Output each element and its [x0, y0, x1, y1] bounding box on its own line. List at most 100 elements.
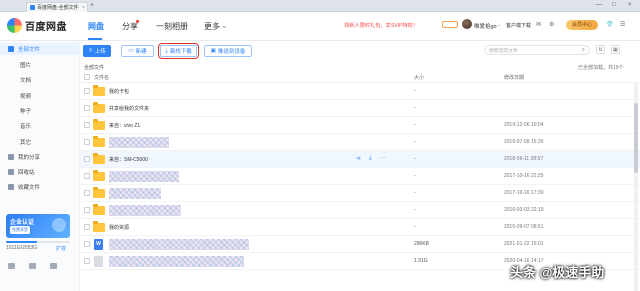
offline-download-button[interactable]: ⤓ 离线下载	[158, 43, 199, 59]
sidebar-item-label: 种子	[20, 109, 32, 115]
scrollbar[interactable]	[634, 83, 638, 291]
sort-icon[interactable]: ⇅	[596, 45, 605, 54]
browser-tab[interactable]: 百度网盘-全部文件 ×	[26, 2, 88, 12]
share-icon[interactable]: ⋖	[356, 155, 361, 162]
file-name[interactable]: 来自：vivo Z1	[109, 122, 140, 129]
sidebar-item-my-shares[interactable]: 我的分享	[0, 151, 80, 163]
push-device-label: 推送到设备	[217, 49, 246, 55]
file-row[interactable]: 我的卡包 -	[80, 83, 640, 100]
upload-label: 上传	[94, 49, 106, 55]
sidebar-item-label: 音乐	[20, 124, 32, 130]
tab-title: 百度网盘-全部文件	[37, 5, 79, 11]
feedback-icon[interactable]	[50, 263, 57, 269]
nav-netdisk[interactable]: 网盘	[88, 21, 104, 32]
chevron-down-icon: ⌄	[221, 21, 228, 30]
sidebar-item-label: 回收站	[18, 170, 35, 176]
star-icon	[8, 184, 14, 190]
cloud-logo-icon	[7, 18, 22, 33]
sidebar-item-label: 全部文件	[18, 47, 41, 53]
row-checkbox[interactable]	[84, 173, 90, 179]
sidebar-item-label: 收藏文件	[18, 185, 41, 191]
row-checkbox[interactable]	[84, 139, 90, 145]
vip-center-button[interactable]: 会员中心	[566, 20, 598, 30]
menu-icon[interactable]: ☰	[620, 21, 625, 28]
promo-badge[interactable]	[442, 21, 458, 28]
mail-icon[interactable]: ✉	[536, 21, 541, 28]
sidebar-item-music[interactable]: 音乐	[0, 120, 80, 132]
nav-active-indicator	[88, 38, 102, 40]
search-input[interactable]: 搜索您的文件 ⌕	[484, 45, 590, 55]
banner-subtitle: 免费享受	[10, 226, 30, 234]
redacted-name	[109, 205, 181, 216]
logo[interactable]: 百度网盘	[7, 18, 67, 33]
skin-icon[interactable]: 👕	[606, 21, 613, 28]
new-tab-icon[interactable]: +	[90, 2, 94, 9]
file-row[interactable]: 来自：vivo Z1 - 2019-12-06 10:04	[80, 117, 640, 134]
row-checkbox[interactable]	[84, 156, 90, 162]
maximize-icon[interactable]: □	[612, 2, 616, 8]
avatar[interactable]	[462, 19, 472, 29]
column-size[interactable]: 大小	[414, 74, 424, 81]
row-checkbox[interactable]	[84, 207, 90, 213]
breadcrumb[interactable]: 全部文件	[84, 64, 104, 71]
file-row[interactable]: 来自：SM-C5000 ⋖ ⤓ ··· - 2018-06-11 08:57	[80, 151, 640, 168]
row-checkbox[interactable]	[84, 122, 90, 128]
file-row[interactable]: - 2016-03-03 22:19	[80, 202, 640, 219]
push-device-button[interactable]: ▣ 推送到设备	[204, 45, 252, 57]
row-checkbox[interactable]	[84, 190, 90, 196]
banner-title: 企业认证	[10, 220, 35, 226]
file-name[interactable]: 来自：SM-C5000	[109, 156, 148, 163]
client-download-link[interactable]: 客户端下载	[506, 22, 531, 29]
user-chevron-icon[interactable]: ⌄	[497, 22, 501, 28]
file-name[interactable]: 我的资源	[109, 224, 129, 231]
column-name[interactable]: 文件名	[94, 74, 109, 81]
row-checkbox[interactable]	[84, 241, 90, 247]
new-folder-label: 新建	[135, 49, 147, 55]
upload-button[interactable]: ⇧ 上传	[83, 45, 111, 57]
view-toggle-icon[interactable]: ▦	[611, 45, 620, 54]
row-checkbox[interactable]	[84, 224, 90, 230]
close-window-icon[interactable]: ×	[628, 2, 632, 8]
select-all-checkbox[interactable]	[84, 74, 90, 80]
quota-fill	[6, 241, 38, 243]
expand-link[interactable]: 扩容	[56, 245, 66, 252]
sidebar-item-docs[interactable]: 文档	[0, 74, 80, 86]
more-icon[interactable]: ···	[380, 155, 386, 162]
username[interactable]: 唯爱拾go	[474, 22, 497, 30]
row-checkbox[interactable]	[84, 105, 90, 111]
nav-more[interactable]: 更多	[204, 21, 220, 32]
sidebar-item-recycle[interactable]: 回收站	[0, 166, 80, 178]
logo-text: 百度网盘	[25, 22, 67, 33]
promo-link[interactable]: 领新人限时礼包，享SVIP特权！	[344, 22, 418, 29]
file-name[interactable]: 共享给我的文件夹	[109, 105, 149, 112]
file-row[interactable]: - 2017-10-16 22:25	[80, 168, 640, 185]
sidebar-item-torrents[interactable]: 种子	[0, 105, 80, 117]
file-row[interactable]: - 2019-07-09 15:26	[80, 134, 640, 151]
nav-album[interactable]: 一刻相册	[156, 21, 188, 32]
file-row[interactable]: 我的资源 - 2015-09-07 08:51	[80, 219, 640, 236]
settings-icon[interactable]: ⚙	[549, 21, 554, 28]
column-date[interactable]: 修改日期	[504, 74, 524, 81]
file-row[interactable]: - 2017-10-16 17:39	[80, 185, 640, 202]
sidebar-item-others[interactable]: 其它	[0, 136, 80, 148]
file-name[interactable]: 我的卡包	[109, 88, 129, 95]
folder-icon	[93, 136, 105, 147]
sidebar-item-videos[interactable]: 视频	[0, 90, 80, 102]
sidebar-item-favorites[interactable]: 收藏文件	[0, 181, 80, 193]
file-row[interactable]: W 296KB 2021-01-22 16:01	[80, 236, 640, 253]
row-checkbox[interactable]	[84, 88, 90, 94]
tab-close-icon[interactable]: ×	[82, 5, 85, 11]
download-icon[interactable]: ⤓	[369, 155, 372, 162]
device-icon[interactable]	[8, 263, 15, 269]
row-checkbox[interactable]	[84, 258, 90, 264]
enterprise-banner[interactable]: 企业认证 免费享受	[6, 214, 70, 238]
new-folder-button[interactable]: ▭ 新建	[121, 45, 154, 57]
scrollbar-thumb[interactable]	[634, 103, 638, 173]
search-icon[interactable]: ⌕	[582, 47, 585, 54]
sidebar-item-all-files[interactable]: 全部文件	[0, 43, 80, 55]
file-row[interactable]: 共享给我的文件夹 -	[80, 100, 640, 117]
tools-icon[interactable]	[29, 263, 36, 269]
file-size: 296KB	[414, 241, 430, 247]
sidebar-item-images[interactable]: 图片	[0, 59, 80, 71]
minimize-icon[interactable]: —	[596, 2, 602, 8]
